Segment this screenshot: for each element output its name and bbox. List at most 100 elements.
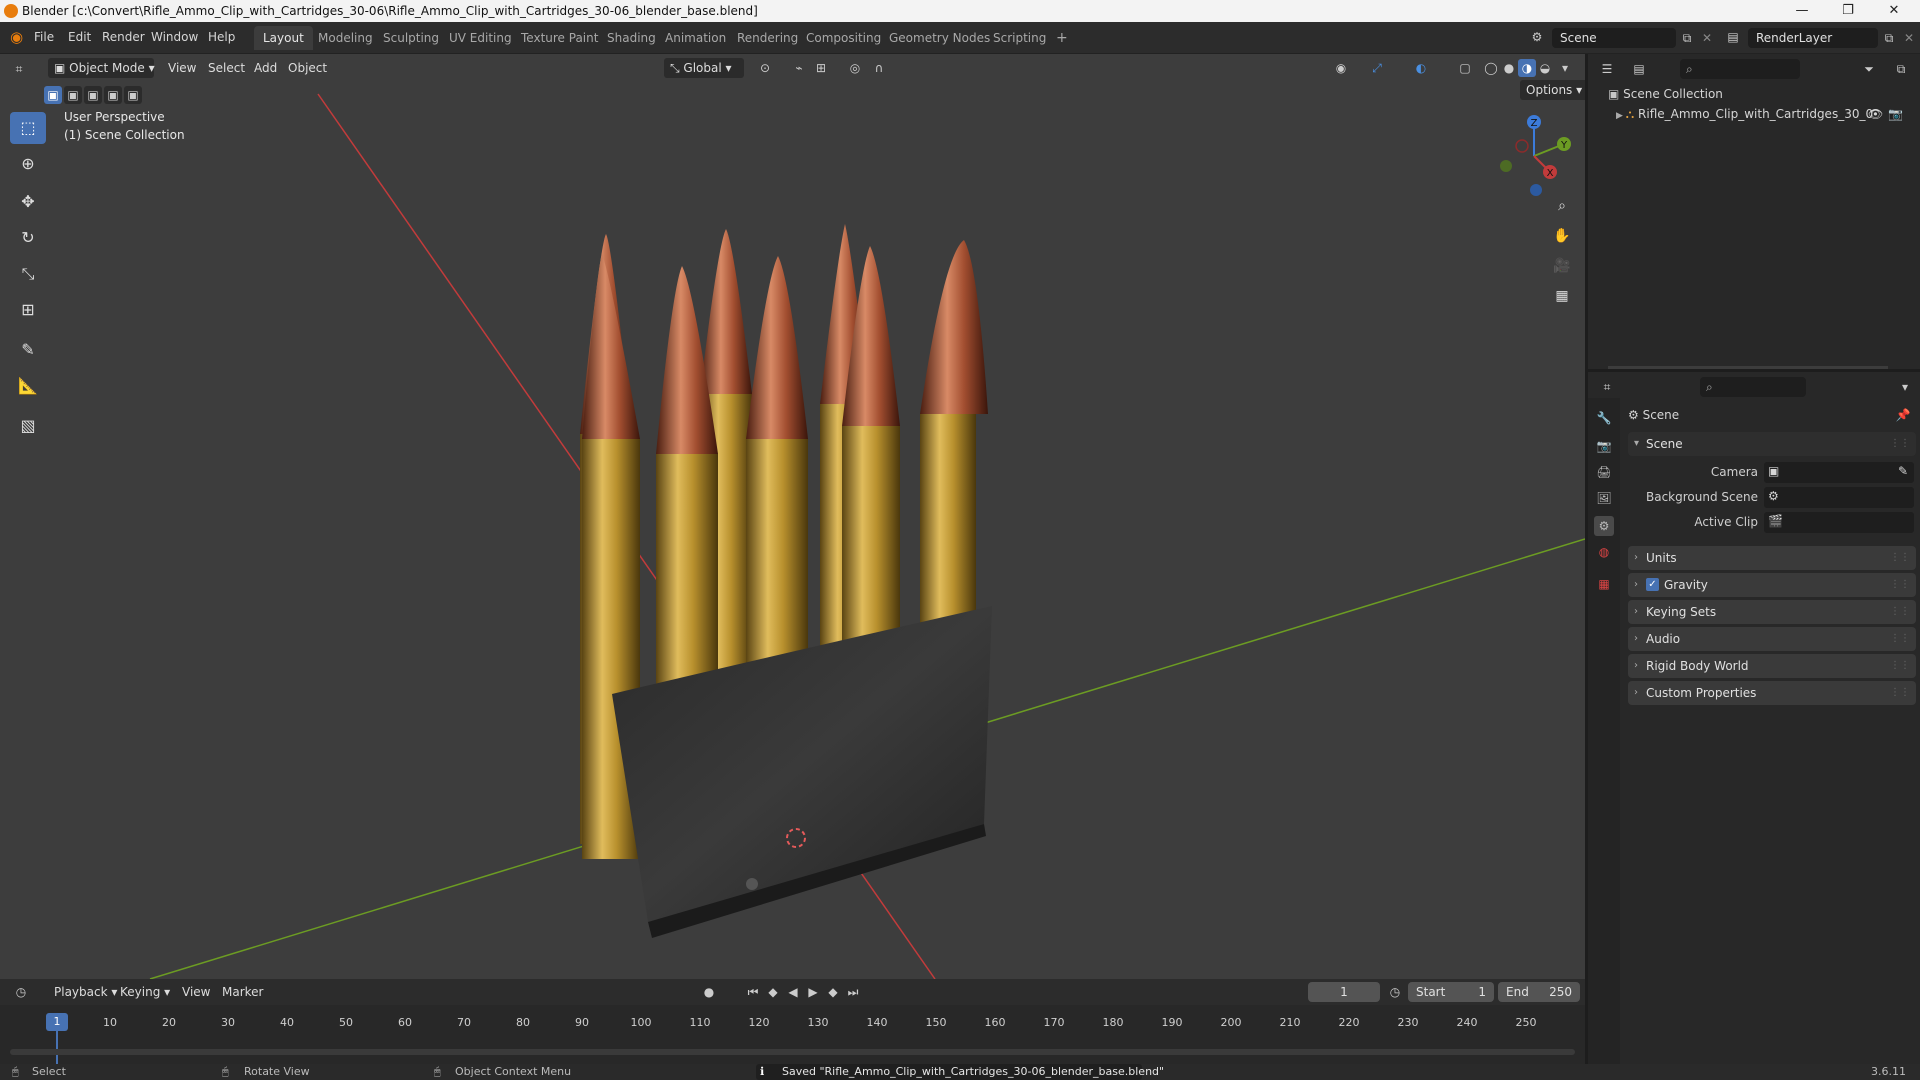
timeline-keying-menu[interactable]: Keying ▾ <box>114 982 176 1002</box>
transform-tool-icon[interactable]: ⊞ <box>10 294 46 326</box>
panel-gravity[interactable]: › ✓ Gravity ⋮⋮ <box>1628 573 1916 597</box>
falloff-icon[interactable]: ∩ <box>870 59 888 77</box>
new-collection-icon[interactable]: ⧉ <box>1892 60 1910 78</box>
editor-type-icon[interactable]: ⌗ <box>10 60 28 78</box>
camera-render-icon[interactable]: 📷 <box>1888 104 1903 124</box>
menu-render[interactable]: Render <box>102 30 145 44</box>
drag-handle-icon[interactable]: ⋮⋮ <box>1890 600 1910 624</box>
material-shading-icon[interactable]: ◑ <box>1518 59 1536 77</box>
menu-file[interactable]: File <box>34 30 54 44</box>
solid-shading-icon[interactable]: ● <box>1500 59 1518 77</box>
timeline-ruler[interactable]: 1 10 20 30 40 50 60 70 80 90 100 110 120… <box>0 1009 1585 1065</box>
proportional-edit-icon[interactable]: ◎ <box>846 59 864 77</box>
drag-handle-icon[interactable]: ⋮⋮ <box>1890 627 1910 651</box>
camera-field[interactable]: ▣ ✎ <box>1764 462 1914 483</box>
annotate-tool-icon[interactable]: ✎ <box>10 334 46 366</box>
world-tab-icon[interactable]: ◍ <box>1594 542 1614 562</box>
transform-orientation-dropdown[interactable]: ⤡ Global ▾ <box>664 58 744 78</box>
xray-toggle-icon[interactable]: ▢ <box>1456 59 1474 77</box>
tab-shading[interactable]: Shading <box>598 26 665 50</box>
viewport-menu-select[interactable]: Select <box>202 58 251 78</box>
mode-selector[interactable]: ▣ Object Mode ▾ <box>48 58 155 78</box>
ortho-toggle-icon[interactable]: ▦ <box>1548 282 1576 310</box>
restore-button[interactable]: ❐ <box>1826 0 1870 22</box>
cursor-tool-icon[interactable]: ⊕ <box>10 148 46 180</box>
panel-audio[interactable]: › Audio ⋮⋮ <box>1628 627 1916 651</box>
output-tab-icon[interactable]: 🖨 <box>1594 462 1614 482</box>
view-layer-field[interactable]: RenderLayer <box>1748 28 1878 48</box>
wireframe-shading-icon[interactable]: ◯ <box>1482 59 1500 77</box>
tab-compositing[interactable]: Compositing <box>797 26 890 50</box>
measure-tool-icon[interactable]: 📐 <box>10 370 46 402</box>
preview-range-icon[interactable]: ◷ <box>1386 983 1404 1001</box>
add-workspace-button[interactable]: + <box>1047 26 1077 50</box>
current-frame-field[interactable]: 1 <box>1308 982 1380 1002</box>
active-clip-field[interactable]: 🎬 <box>1764 512 1914 533</box>
delete-scene-icon[interactable]: ✕ <box>1698 29 1716 47</box>
tab-layout[interactable]: Layout <box>254 26 313 50</box>
render-tab-icon[interactable]: 📷 <box>1594 436 1614 456</box>
drag-handle-icon[interactable]: ⋮⋮ <box>1890 654 1910 678</box>
tab-scripting[interactable]: Scripting <box>984 26 1055 50</box>
outliner-scrollbar[interactable] <box>1608 366 1888 369</box>
display-mode-icon[interactable]: ▤ <box>1630 60 1648 78</box>
menu-help[interactable]: Help <box>208 30 235 44</box>
view-layer-icon[interactable]: ▤ <box>1724 28 1742 46</box>
eye-visibility-icon[interactable]: 👁 <box>1868 104 1883 124</box>
play-icon[interactable]: ▶ <box>804 983 822 1001</box>
overlay-toggle-icon[interactable]: ◐ <box>1412 59 1430 77</box>
tab-geometry-nodes[interactable]: Geometry Nodes <box>880 26 999 50</box>
delete-view-layer-icon[interactable]: ✕ <box>1900 29 1918 47</box>
tab-uv-editing[interactable]: UV Editing <box>440 26 521 50</box>
jump-start-icon[interactable]: ⏮ <box>744 983 762 1001</box>
properties-search-input[interactable]: ⌕ <box>1700 377 1806 397</box>
outliner-root-row[interactable]: ▣ Scene Collection <box>1608 84 1723 104</box>
drag-handle-icon[interactable]: ⋮⋮ <box>1890 573 1910 597</box>
filter-icon[interactable]: ⏷ <box>1860 60 1878 78</box>
tool-tab-icon[interactable]: 🔧 <box>1594 408 1614 428</box>
new-scene-icon[interactable]: ⧉ <box>1678 29 1696 47</box>
menu-window[interactable]: Window <box>151 30 198 44</box>
playhead-frame[interactable]: 1 <box>46 1013 68 1031</box>
panel-rigid-body-world[interactable]: › Rigid Body World ⋮⋮ <box>1628 654 1916 678</box>
view-layer-tab-icon[interactable]: 🖼 <box>1594 488 1614 508</box>
timeline-editor-type-icon[interactable]: ◷ <box>12 983 30 1001</box>
rotate-tool-icon[interactable]: ↻ <box>10 222 46 254</box>
navigation-gizmo[interactable]: Z Y X <box>1486 110 1576 200</box>
menu-edit[interactable]: Edit <box>68 30 91 44</box>
next-keyframe-icon[interactable]: ◆ <box>824 983 842 1001</box>
add-cube-tool-icon[interactable]: ▧ <box>10 410 46 442</box>
pin-icon[interactable]: 📌 <box>1894 406 1912 424</box>
panel-keying-sets[interactable]: › Keying Sets ⋮⋮ <box>1628 600 1916 624</box>
tab-texture-paint[interactable]: Texture Paint <box>512 26 607 50</box>
viewport-menu-object[interactable]: Object <box>282 58 333 78</box>
select-box-subtract-icon[interactable]: ▣ <box>84 86 102 104</box>
timeline-playback-menu[interactable]: Playback ▾ <box>48 982 123 1002</box>
play-reverse-icon[interactable]: ◀ <box>784 983 802 1001</box>
select-box-intersect-icon[interactable]: ▣ <box>124 86 142 104</box>
panel-scene-header[interactable]: ▾ Scene ⋮⋮ <box>1628 432 1916 456</box>
outliner-editor-type-icon[interactable]: ☰ <box>1598 60 1616 78</box>
drag-handle-icon[interactable]: ⋮⋮ <box>1890 432 1910 456</box>
properties-options-icon[interactable]: ▾ <box>1896 378 1914 396</box>
timeline-marker-menu[interactable]: Marker <box>216 982 269 1002</box>
visibility-icon[interactable]: ◉ <box>1332 59 1350 77</box>
outliner-item-row[interactable]: ▶ ⛬ Rifle_Ammo_Clip_with_Cartridges_30_0… <box>1616 104 1916 124</box>
scale-tool-icon[interactable]: ⤡ <box>10 258 46 290</box>
tab-sculpting[interactable]: Sculpting <box>374 26 448 50</box>
tab-animation[interactable]: Animation <box>656 26 735 50</box>
tab-rendering[interactable]: Rendering <box>728 26 807 50</box>
jump-end-icon[interactable]: ⏭ <box>844 983 862 1001</box>
properties-editor-type-icon[interactable]: ⌗ <box>1598 378 1616 396</box>
prev-keyframe-icon[interactable]: ◆ <box>764 983 782 1001</box>
options-dropdown[interactable]: Options ▾ <box>1520 80 1585 100</box>
start-frame-field[interactable]: Start 1 <box>1408 982 1494 1002</box>
viewport-menu-view[interactable]: View <box>162 58 202 78</box>
drag-handle-icon[interactable]: ⋮⋮ <box>1890 681 1910 705</box>
viewport-menu-add[interactable]: Add <box>248 58 283 78</box>
drag-handle-icon[interactable]: ⋮⋮ <box>1890 546 1910 570</box>
timeline-view-menu[interactable]: View <box>176 982 216 1002</box>
select-box-invert-icon[interactable]: ▣ <box>104 86 122 104</box>
close-button[interactable]: ✕ <box>1872 0 1916 22</box>
pan-view-icon[interactable]: ✋ <box>1548 222 1576 250</box>
